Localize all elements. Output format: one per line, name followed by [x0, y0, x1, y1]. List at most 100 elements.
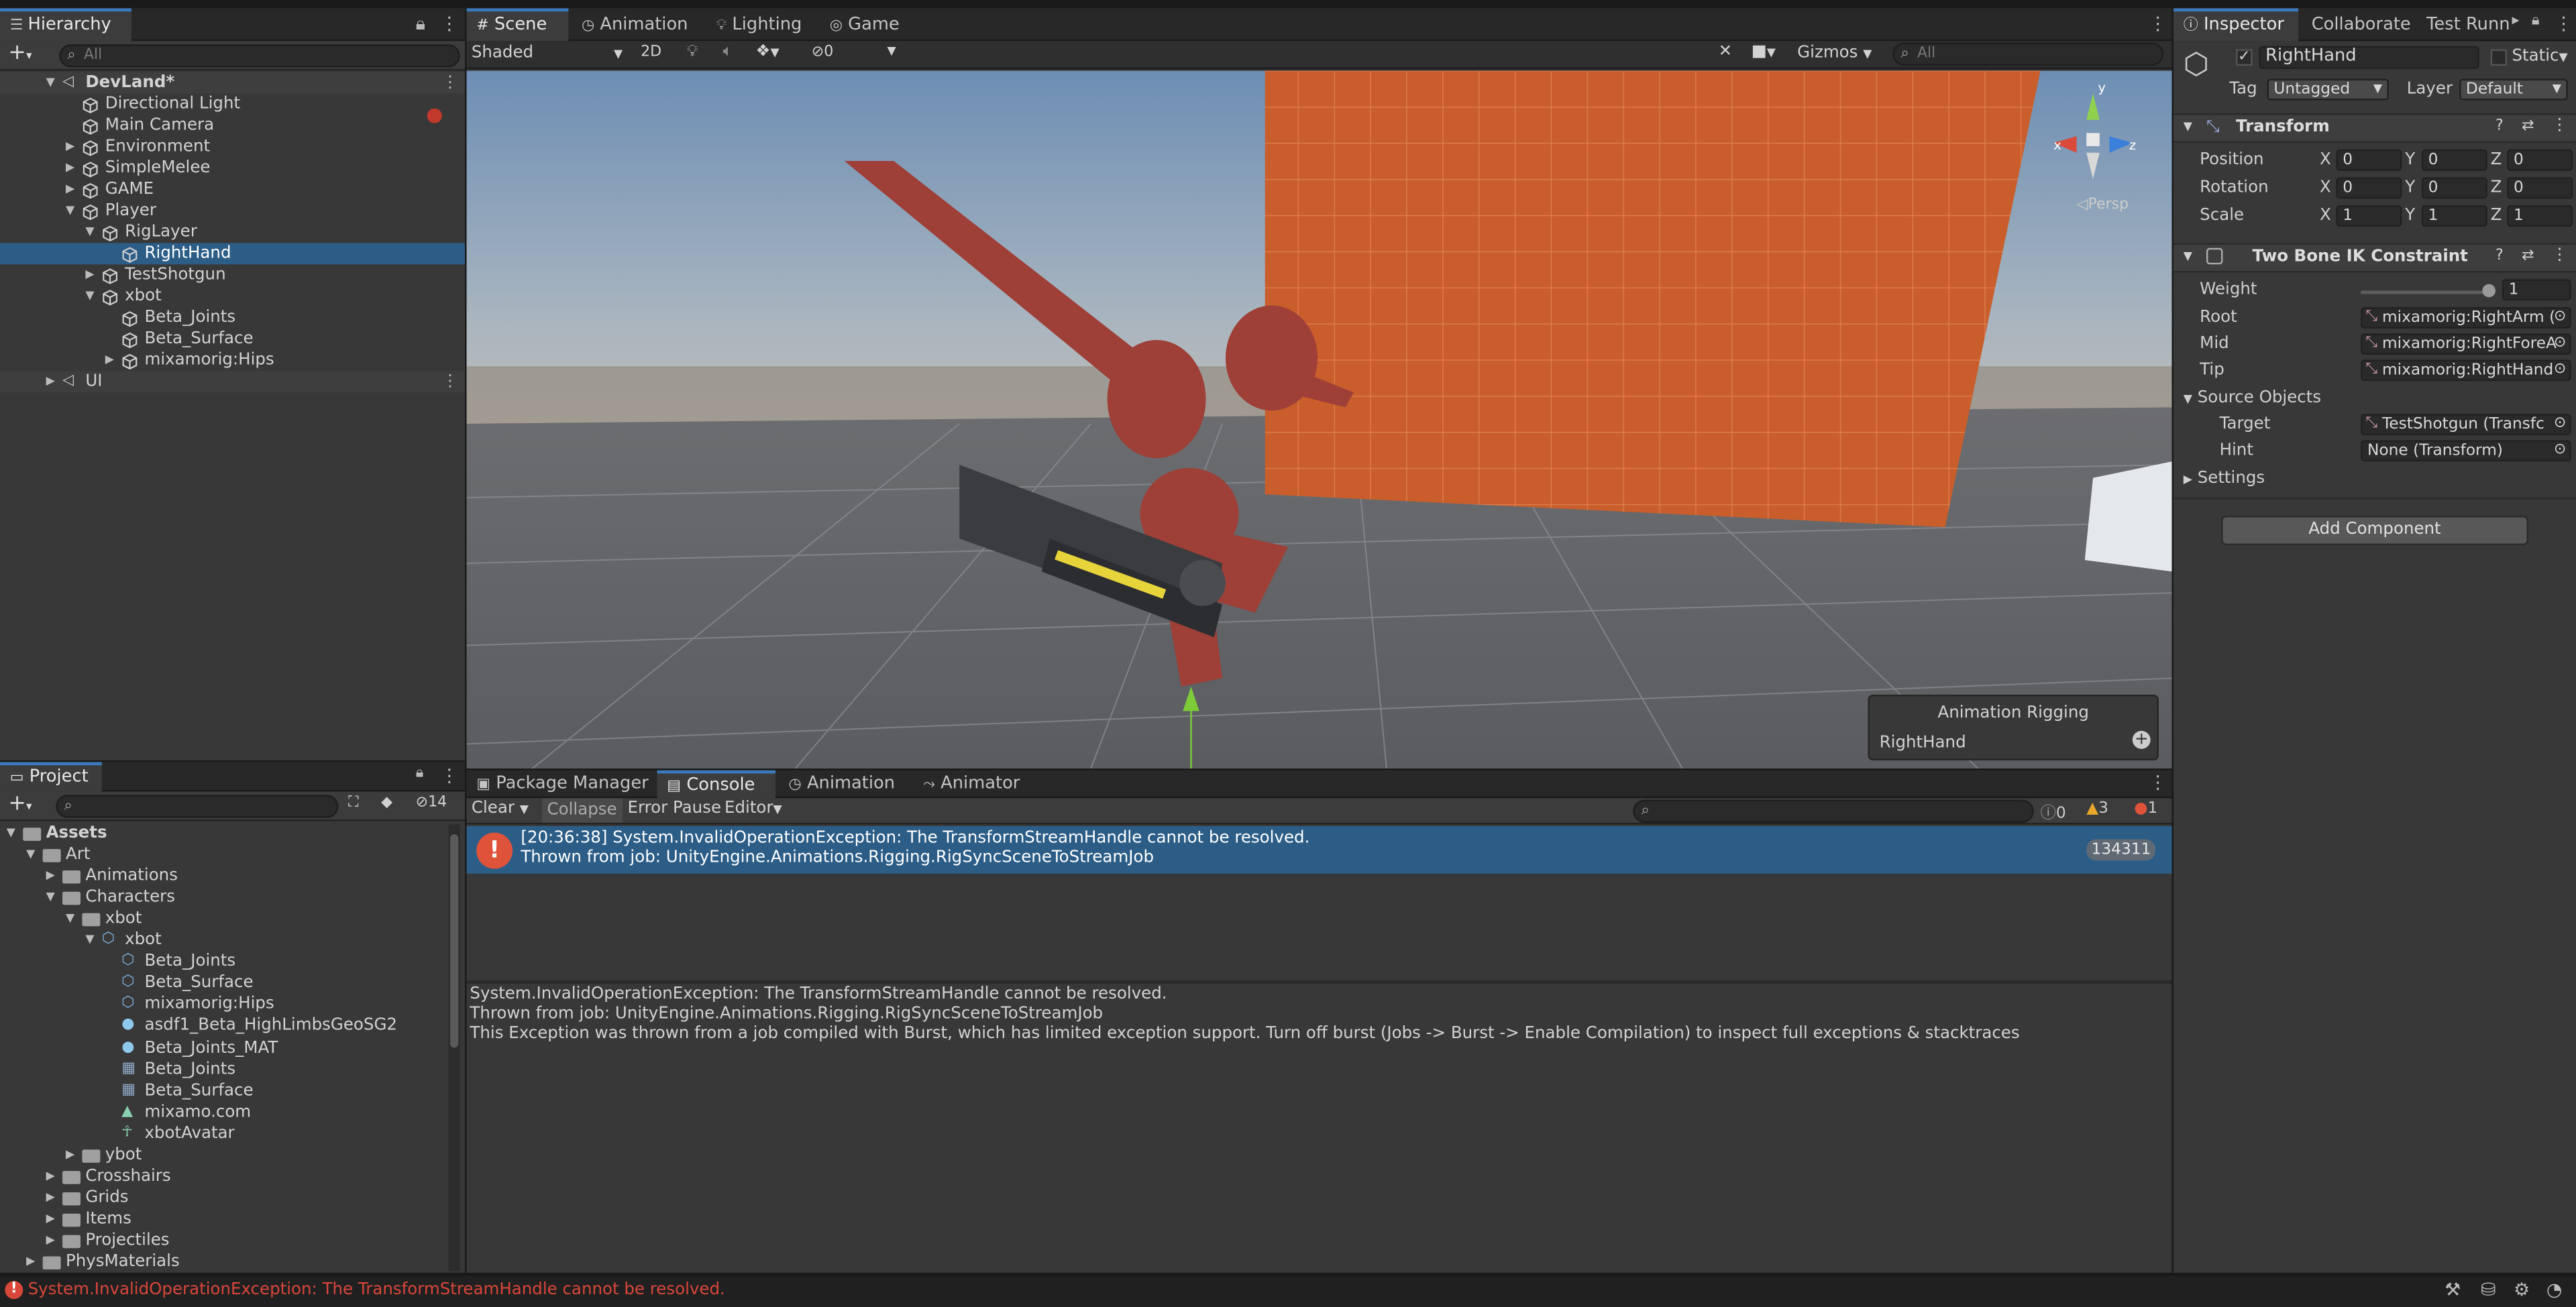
- object-picker-icon[interactable]: ⊙: [2554, 442, 2566, 460]
- target-object-field[interactable]: ⤡ TestShotgun (Transfc ⊙: [2361, 414, 2571, 435]
- expand-arrow-icon[interactable]: ▶: [26, 1251, 35, 1273]
- console-search-input[interactable]: ⌕: [1633, 799, 2034, 823]
- expand-arrow-icon[interactable]: ▶: [46, 371, 55, 392]
- transform-x-field[interactable]: 1: [2336, 205, 2402, 227]
- error-pause-toggle[interactable]: Error Pause: [628, 800, 722, 818]
- hierarchy-item[interactable]: ▶ GAME: [0, 179, 465, 201]
- console-entry[interactable]: ! [20:36:38] System.InvalidOperationExce…: [466, 826, 2172, 874]
- component-menu-icon[interactable]: ⋮: [2551, 117, 2567, 135]
- project-item[interactable]: ▼ Characters: [0, 887, 445, 909]
- tab-collaborate[interactable]: Collaborate: [2302, 8, 2420, 41]
- project-item[interactable]: ● asdf1_Beta_HighLimbsGeoSG2: [0, 1016, 445, 1037]
- tab-animation-window[interactable]: ◷ Animation: [779, 771, 905, 799]
- transform-z-field[interactable]: 1: [2507, 205, 2573, 227]
- project-item[interactable]: ▼ xbot: [0, 909, 445, 930]
- project-item[interactable]: ▶ PhysMaterials: [0, 1251, 445, 1273]
- lock-icon[interactable]: 🔒︎: [416, 765, 424, 781]
- lighting-toggle-icon[interactable]: 💡︎: [687, 43, 698, 61]
- expand-arrow-icon[interactable]: ▶: [66, 1144, 74, 1166]
- project-item[interactable]: ▦ Beta_Joints: [0, 1058, 445, 1080]
- project-item[interactable]: ☥ xbotAvatar: [0, 1123, 445, 1144]
- collapse-arrow-icon[interactable]: ▼: [85, 286, 94, 307]
- collapse-arrow-icon[interactable]: ▼: [46, 887, 55, 909]
- tab-lighting[interactable]: 💡︎ Lighting: [706, 8, 812, 41]
- hierarchy-item[interactable]: ▶ TestShotgun: [0, 264, 465, 286]
- expand-arrow-icon[interactable]: ▼: [46, 72, 55, 94]
- hierarchy-item[interactable]: ▶ Environment: [0, 136, 465, 158]
- scrollbar-thumb[interactable]: [450, 834, 459, 1048]
- splitter[interactable]: [466, 980, 2172, 984]
- error-count-toggle[interactable]: ●1: [2134, 800, 2157, 818]
- root-object-field[interactable]: ⤡ mixamorig:RightArm (⊙: [2361, 306, 2571, 329]
- debug-mode-icon[interactable]: ⚒: [2445, 1280, 2461, 1301]
- tab-scene[interactable]: # Scene: [466, 8, 569, 42]
- project-item[interactable]: ▶ Animations: [0, 866, 445, 887]
- preset-icon[interactable]: ⇄: [2522, 248, 2534, 264]
- object-picker-icon[interactable]: ⊙: [2554, 335, 2566, 353]
- hierarchy-item[interactable]: ▶ SimpleMelee: [0, 158, 465, 179]
- project-item[interactable]: ⬡ mixamorig:Hips: [0, 995, 445, 1016]
- animation-rigging-overlay[interactable]: Animation Rigging RightHand +: [1868, 694, 2159, 760]
- scene-menu-icon[interactable]: ⋮: [442, 371, 458, 392]
- transform-y-field[interactable]: 0: [2421, 149, 2487, 171]
- expand-arrow-icon[interactable]: ▶: [85, 264, 94, 286]
- tab-console[interactable]: ▤ Console: [657, 770, 775, 799]
- persp-label[interactable]: ◁Persp: [2077, 197, 2129, 213]
- tab-project[interactable]: ▭ Project: [0, 762, 102, 792]
- audio-toggle-icon[interactable]: 🔈︎: [723, 43, 733, 61]
- hierarchy-search-input[interactable]: ⌕ All: [59, 44, 460, 68]
- log-count-toggle[interactable]: ⓘ0: [2041, 800, 2066, 823]
- filter-by-type-icon[interactable]: ⛶: [348, 795, 358, 811]
- collapse-arrow-icon[interactable]: ▼: [26, 844, 35, 866]
- 2d-toggle-button[interactable]: 2D: [641, 44, 661, 60]
- overlay-item[interactable]: RightHand: [1880, 734, 1966, 752]
- collapse-arrow-icon[interactable]: ▼: [7, 823, 15, 844]
- transform-y-field[interactable]: 1: [2421, 205, 2487, 227]
- collapse-arrow-icon[interactable]: ▼: [85, 930, 94, 952]
- cache-server-icon[interactable]: ⛁: [2481, 1280, 2496, 1301]
- add-icon[interactable]: +▾: [8, 41, 32, 66]
- ik-constraint-header[interactable]: ▼ Two Bone IK Constraint ? ⇄ ⋮: [2174, 243, 2576, 273]
- expand-arrow-icon[interactable]: ▶: [66, 158, 74, 179]
- hierarchy-item[interactable]: RightHand: [0, 243, 466, 265]
- collapse-arrow-icon[interactable]: ▼: [85, 222, 94, 243]
- mid-object-field[interactable]: ⤡ mixamorig:RightForeA ⊙: [2361, 333, 2571, 355]
- weight-slider-track[interactable]: [2361, 290, 2493, 294]
- grid-dropdown-icon[interactable]: ▼: [887, 44, 896, 58]
- project-item[interactable]: ⬡ Beta_Joints: [0, 952, 445, 973]
- kebab-menu-icon[interactable]: ⋮: [2149, 13, 2167, 35]
- object-picker-icon[interactable]: ⊙: [2554, 361, 2566, 380]
- project-item[interactable]: ▶ Items: [0, 1208, 445, 1230]
- static-checkbox[interactable]: [2490, 49, 2508, 66]
- project-item[interactable]: ▼ ⬡ xbot: [0, 930, 445, 952]
- preset-icon[interactable]: ⇄: [2522, 118, 2534, 134]
- expand-arrow-icon[interactable]: ▶: [46, 1187, 55, 1208]
- expand-arrow-icon[interactable]: ▶: [105, 350, 114, 372]
- collapse-arrow-icon[interactable]: ▼: [66, 909, 74, 930]
- gizmos-dropdown[interactable]: Gizmos ▼: [1797, 44, 1872, 62]
- scene-search-input[interactable]: ⌕ All: [1892, 42, 2164, 66]
- project-item[interactable]: ▲ mixamo.com: [0, 1101, 445, 1123]
- hidden-objects-toggle[interactable]: ⊘0: [812, 44, 834, 60]
- tab-test-runner[interactable]: Test Runn: [2416, 8, 2520, 41]
- orientation-gizmo[interactable]: y x z: [2044, 80, 2143, 182]
- hierarchy-item[interactable]: ▼ RigLayer: [0, 222, 465, 243]
- object-picker-icon[interactable]: ⊙: [2554, 416, 2566, 434]
- hint-object-field[interactable]: None (Transform) ⊙: [2361, 440, 2571, 462]
- hierarchy-item[interactable]: Beta_Joints: [0, 307, 465, 329]
- hierarchy-item[interactable]: Main Camera: [0, 115, 465, 136]
- help-icon[interactable]: ?: [2496, 118, 2504, 134]
- active-checkbox[interactable]: ✓: [2236, 49, 2253, 66]
- transform-z-field[interactable]: 0: [2507, 177, 2573, 199]
- project-item[interactable]: ▶ Projectiles: [0, 1230, 445, 1251]
- create-add-icon[interactable]: +▾: [8, 791, 32, 816]
- project-item[interactable]: ▶ Grids: [0, 1187, 445, 1208]
- expand-arrow-icon[interactable]: ▶: [66, 136, 74, 158]
- weight-field[interactable]: 1: [2502, 279, 2571, 301]
- progress-icon[interactable]: ◔: [2546, 1280, 2563, 1301]
- hierarchy-item[interactable]: ▼ Player: [0, 201, 465, 222]
- add-circle-icon[interactable]: +: [2132, 730, 2151, 749]
- kebab-menu-icon[interactable]: ⋮: [2149, 772, 2167, 793]
- help-icon[interactable]: ?: [2496, 248, 2504, 264]
- scene-viewport[interactable]: y x z ◁Persp Animation Rigging RightHand…: [466, 70, 2172, 769]
